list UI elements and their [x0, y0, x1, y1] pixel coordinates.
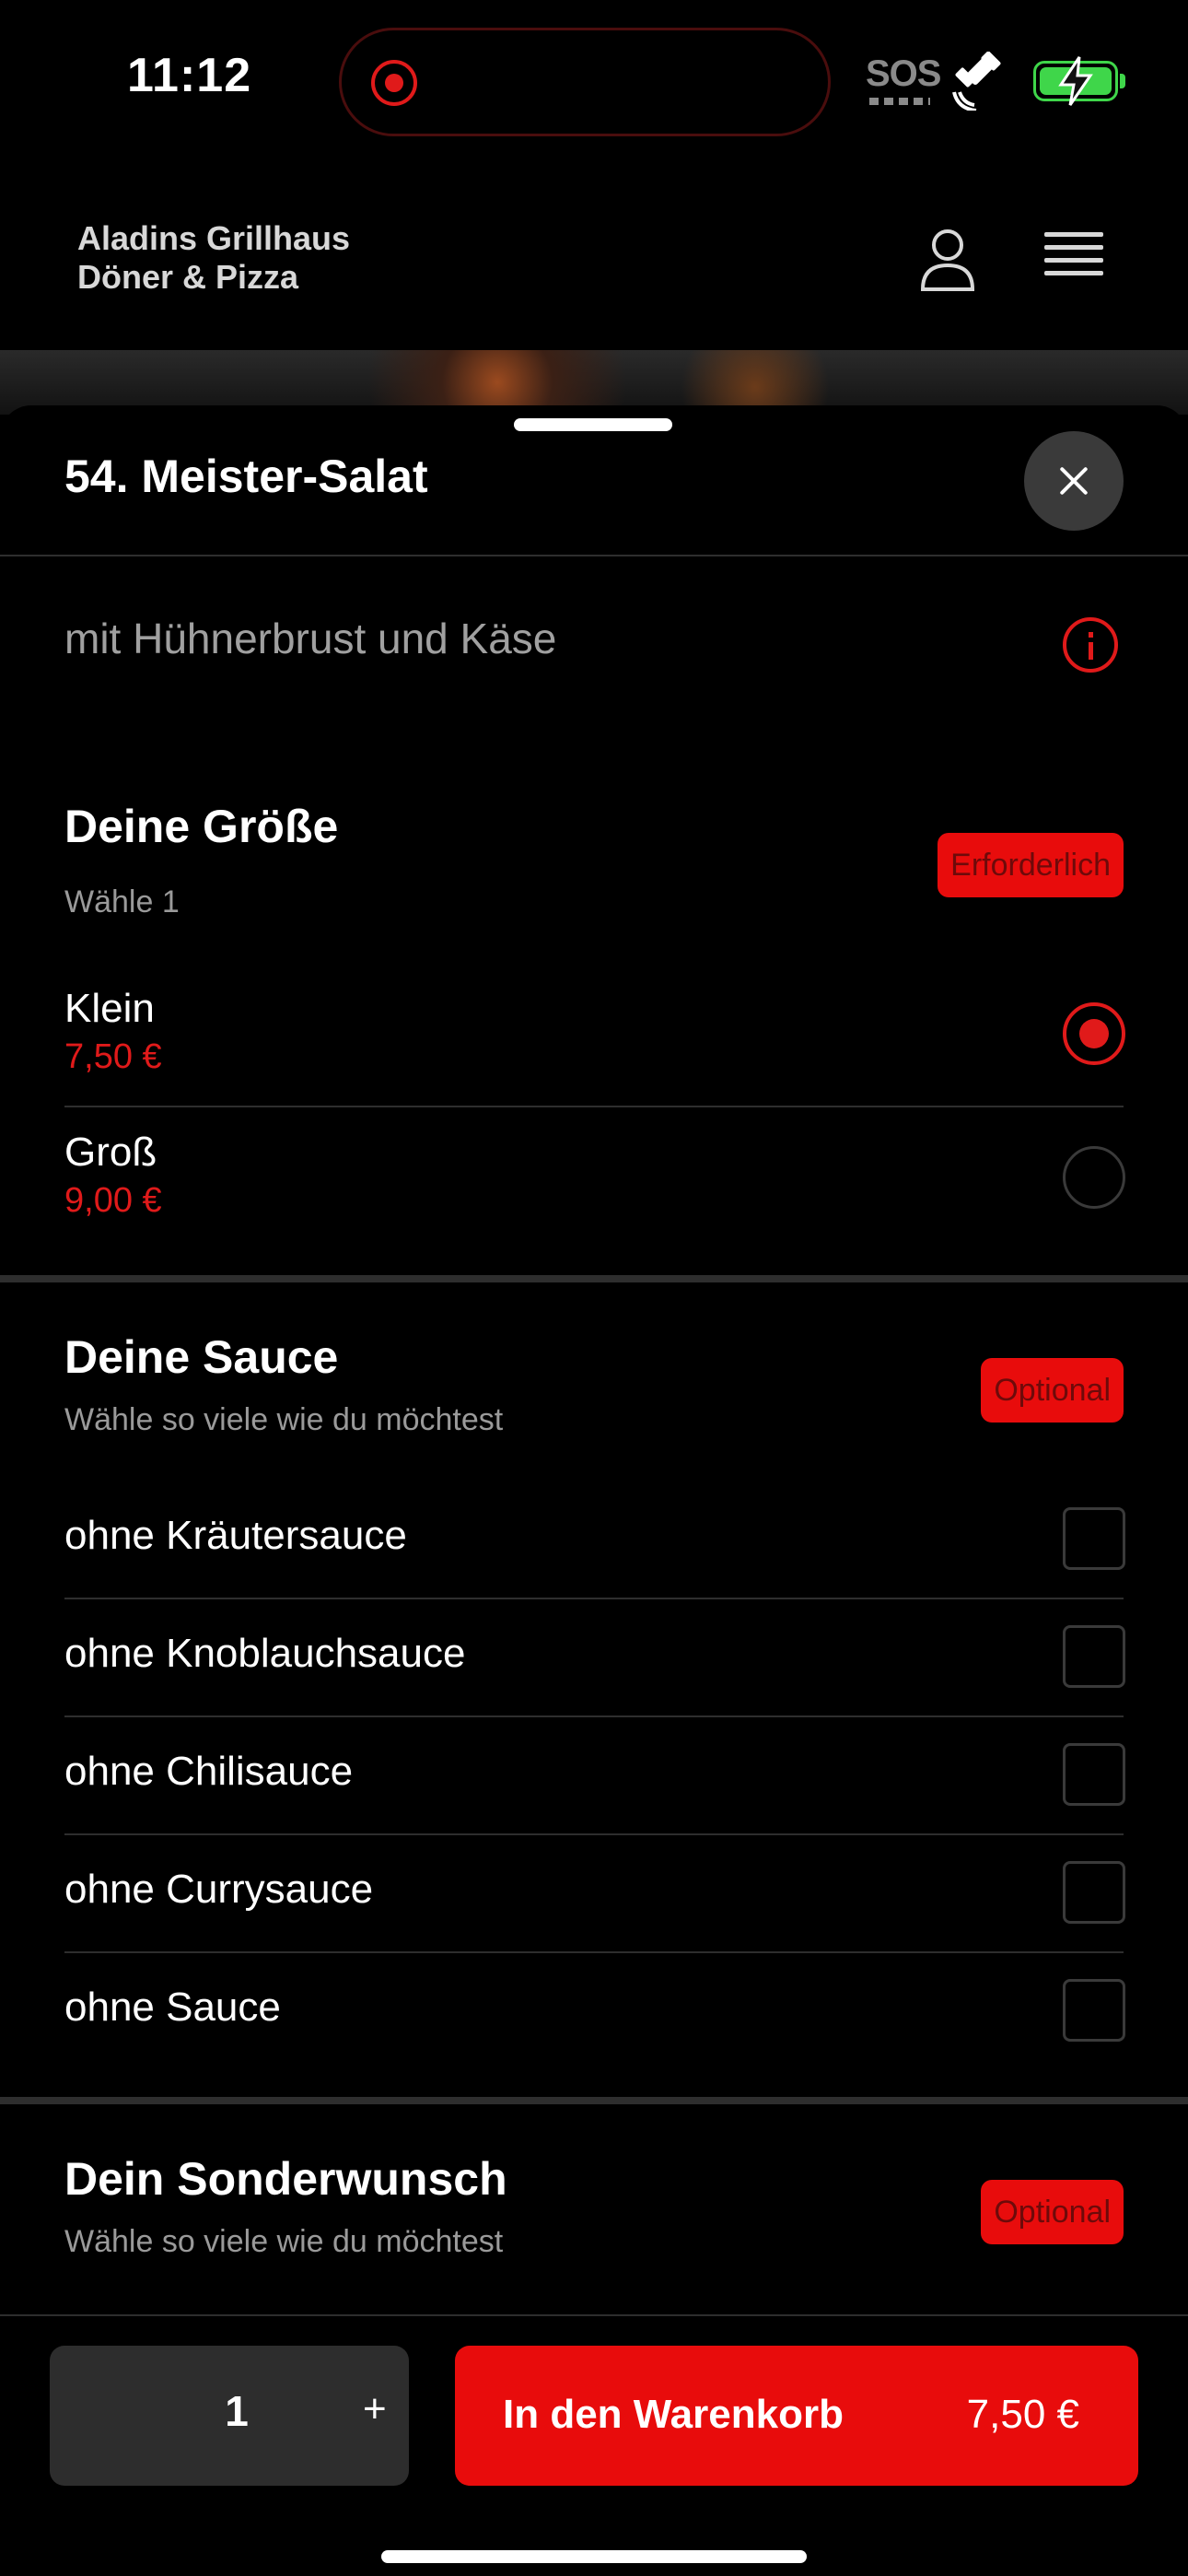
row-divider	[64, 1598, 1124, 1599]
status-bar: 11:12 SOS	[0, 0, 1188, 166]
close-button[interactable]	[1024, 431, 1124, 531]
checkbox[interactable]	[1063, 1743, 1125, 1806]
size-section-subtitle: Wähle 1	[64, 884, 180, 919]
charging-bolt-icon	[1058, 56, 1093, 106]
row-divider	[64, 1715, 1124, 1717]
add-to-cart-label: In den Warenkorb	[503, 2392, 844, 2437]
checkbox[interactable]	[1063, 1979, 1125, 2042]
signal-dots-icon	[869, 98, 930, 105]
status-time: 11:12	[127, 49, 252, 102]
checkbox[interactable]	[1063, 1625, 1125, 1688]
wish-section-title: Dein Sonderwunsch	[64, 2153, 507, 2205]
quantity-stepper: 1 +	[50, 2346, 409, 2486]
option-name: ohne Chilisauce	[64, 1749, 354, 1794]
row-divider	[64, 1106, 1124, 1107]
home-indicator[interactable]	[381, 2550, 807, 2563]
bottom-action-bar: 1 + In den Warenkorb 7,50 €	[0, 2314, 1188, 2576]
optional-badge: Optional	[981, 1358, 1124, 1423]
checkbox[interactable]	[1063, 1507, 1125, 1570]
section-divider	[0, 2097, 1188, 2104]
product-title: 54. Meister-Salat	[64, 451, 428, 502]
sheet-grabber[interactable]	[514, 418, 672, 431]
row-divider	[64, 1951, 1124, 1953]
sauce-section-title: Deine Sauce	[64, 1331, 339, 1383]
product-sheet: 54. Meister-Salat mit Hühnerbrust und Kä…	[0, 405, 1188, 2576]
brand-line-1: Aladins Grillhaus	[77, 219, 351, 257]
required-badge: Erforderlich	[938, 833, 1124, 897]
satellite-icon	[952, 52, 1001, 111]
option-name: ohne Sauce	[64, 1985, 281, 2030]
option-name: ohne Kräutersauce	[64, 1513, 407, 1558]
size-section-title: Deine Größe	[64, 801, 339, 852]
cart-total-price: 7,50 €	[966, 2392, 1079, 2437]
row-divider	[64, 1833, 1124, 1835]
menu-icon[interactable]	[1044, 232, 1103, 286]
divider	[0, 555, 1188, 556]
add-to-cart-button[interactable]: In den Warenkorb 7,50 €	[455, 2346, 1138, 2486]
increment-button[interactable]: +	[363, 2386, 387, 2432]
section-divider	[0, 1275, 1188, 1282]
checkbox[interactable]	[1063, 1861, 1125, 1924]
sauce-section-subtitle: Wähle so viele wie du möchtest	[64, 1402, 504, 1437]
dynamic-island[interactable]	[339, 28, 831, 136]
radio-selected[interactable]	[1063, 1002, 1125, 1065]
option-price: 7,50 €	[64, 1037, 162, 1076]
product-description: mit Hühnerbrust und Käse	[64, 615, 557, 662]
info-icon[interactable]	[1063, 617, 1118, 673]
sos-label: SOS	[866, 53, 941, 94]
optional-badge: Optional	[981, 2180, 1124, 2244]
option-name: Klein	[64, 986, 155, 1031]
restaurant-brand[interactable]: Aladins Grillhaus Döner & Pizza	[77, 219, 350, 297]
option-name: ohne Knoblauchsauce	[64, 1631, 466, 1676]
brand-line-2: Döner & Pizza	[77, 258, 299, 296]
option-price: 9,00 €	[64, 1181, 162, 1220]
radio-unselected[interactable]	[1063, 1146, 1125, 1209]
record-indicator-icon	[371, 60, 417, 106]
app-header: Aladins Grillhaus Döner & Pizza	[0, 166, 1188, 350]
quantity-value: 1	[225, 2387, 249, 2435]
user-icon[interactable]	[917, 227, 978, 293]
wish-section-subtitle: Wähle so viele wie du möchtest	[64, 2224, 504, 2259]
option-name: ohne Currysauce	[64, 1867, 374, 1912]
battery-cap	[1120, 74, 1125, 88]
option-name: Groß	[64, 1130, 157, 1175]
